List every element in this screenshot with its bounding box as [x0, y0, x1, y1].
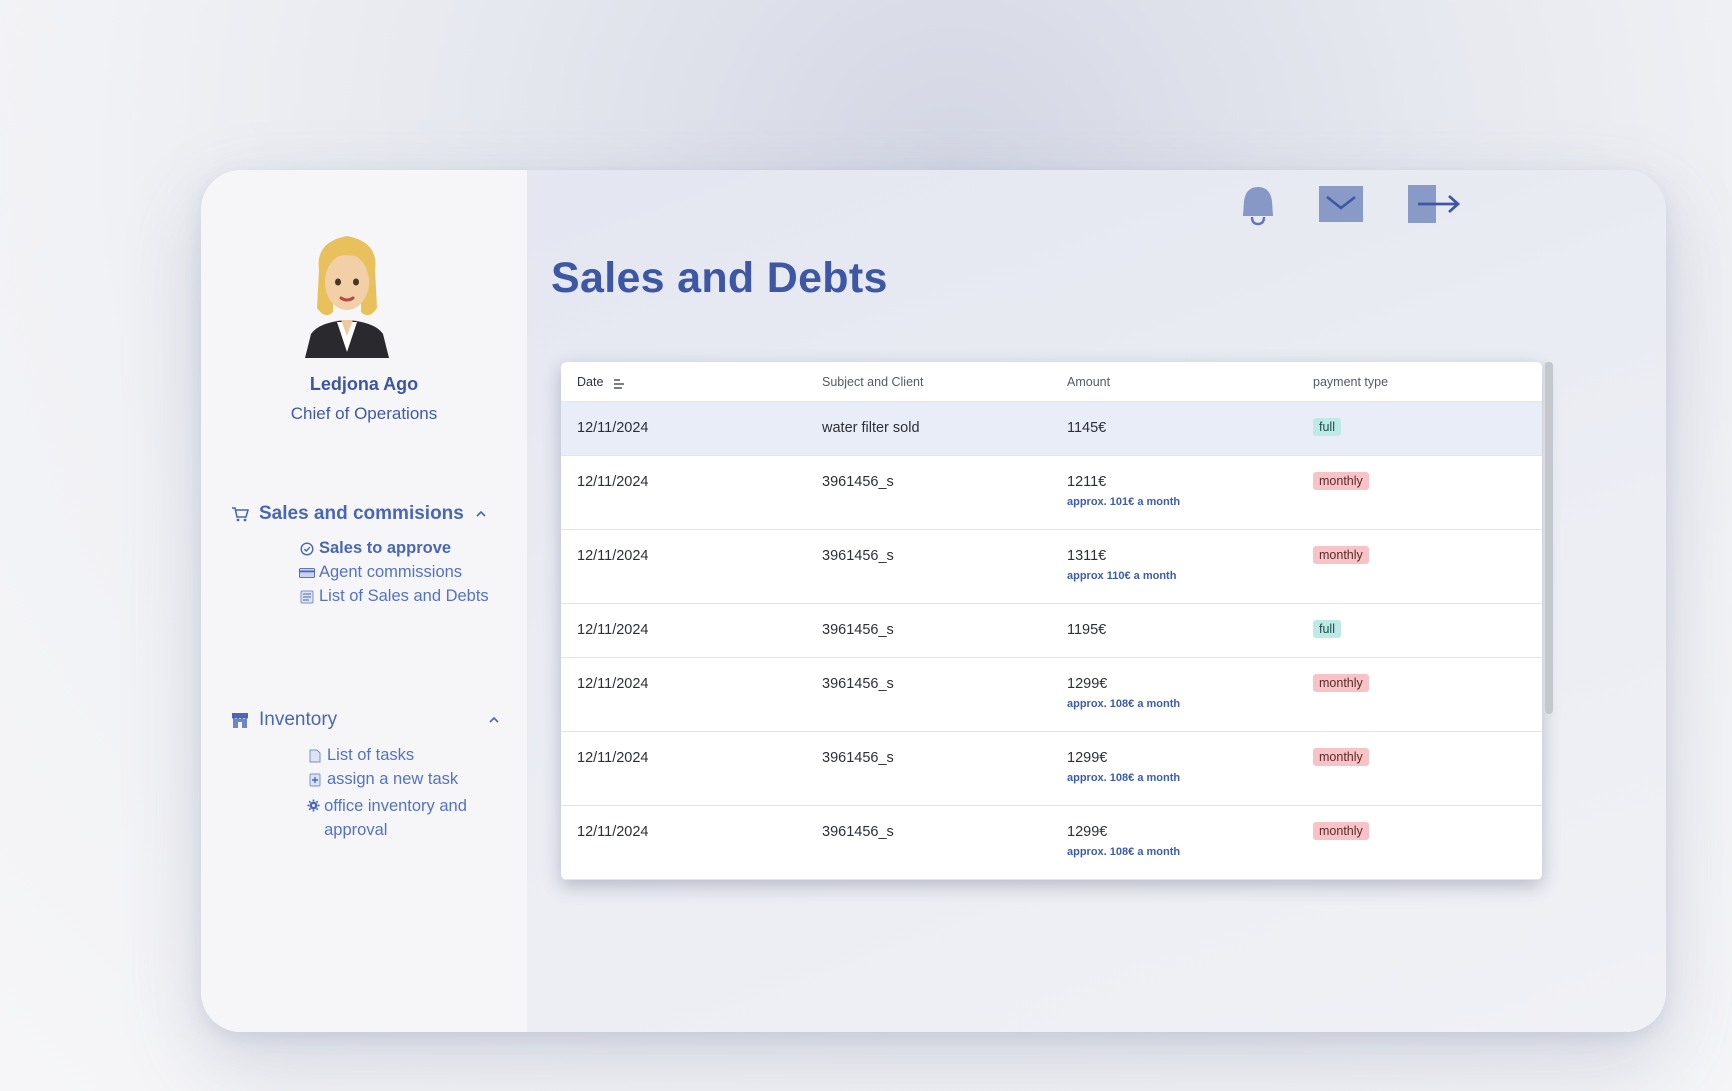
sort-icon[interactable]	[613, 375, 625, 389]
sidebar-item-sales-to-approve[interactable]: Sales to approve	[299, 539, 451, 558]
sidebar-item-label: List of tasks	[327, 746, 415, 764]
table-row[interactable]: 12/11/2024 3961456_s 1299€ approx. 108€ …	[561, 658, 1542, 732]
credit-card-icon	[299, 565, 315, 581]
sidebar-item-list-of-tasks[interactable]: List of tasks	[307, 746, 414, 765]
check-circle-icon	[299, 541, 315, 557]
cell-amount: 1145€	[1067, 420, 1107, 436]
document-icon	[307, 748, 323, 764]
cell-subject: 3961456_s	[822, 676, 894, 692]
cell-date: 12/11/2024	[577, 622, 649, 638]
cell-subject: water filter sold	[822, 420, 920, 436]
sidebar-item-label: assign a new task	[327, 770, 459, 788]
mail-icon[interactable]	[1319, 186, 1363, 226]
chevron-up-icon[interactable]	[487, 713, 501, 727]
sidebar-item-label: List of Sales and Debts	[319, 587, 489, 605]
table-row[interactable]: 12/11/2024 3961456_s 1211€ approx. 101€ …	[561, 456, 1542, 530]
section-label: Sales and commisions	[259, 503, 464, 524]
cell-amount: 1299€	[1067, 676, 1108, 692]
cell-subject: 3961456_s	[822, 824, 894, 840]
status-badge: monthly	[1313, 748, 1369, 766]
sidebar-item-office-inventory-and-approval[interactable]: office inventory and approval	[307, 794, 497, 842]
table-row[interactable]: 12/11/2024 3961456_s 1195€ full	[561, 604, 1542, 658]
cell-subject: 3961456_s	[822, 750, 894, 766]
sidebar-item-agent-commissions[interactable]: Agent commissions	[299, 563, 462, 582]
sidebar-item-list-of-sales-and-debts[interactable]: List of Sales and Debts	[299, 587, 489, 606]
table-row[interactable]: 12/11/2024 3961456_s 1311€ approx 110€ a…	[561, 530, 1542, 604]
cell-installment-note: approx. 101€ a month	[1067, 496, 1181, 508]
cell-amount: 1211€	[1067, 474, 1107, 490]
cell-subject: 3961456_s	[822, 622, 894, 638]
cart-icon	[231, 505, 249, 523]
status-badge: monthly	[1313, 674, 1369, 692]
ledger-icon	[299, 589, 315, 605]
user-name: Ledjona Ago	[309, 374, 419, 394]
page-title: Sales and Debts	[551, 254, 888, 302]
sidebar-item-label: office inventory and approval	[324, 797, 467, 839]
cell-date: 12/11/2024	[577, 824, 649, 840]
app-window: Ledjona Ago Chief of Operations Sales an…	[201, 170, 1666, 1032]
status-badge: monthly	[1313, 546, 1369, 564]
bell-icon[interactable]	[1239, 184, 1277, 230]
cell-amount: 1299€	[1067, 824, 1108, 840]
logout-icon[interactable]	[1408, 185, 1462, 227]
table-row[interactable]: 12/11/2024 3961456_s 1299€ approx. 108€ …	[561, 732, 1542, 806]
cell-date: 12/11/2024	[577, 420, 649, 436]
cell-date: 12/11/2024	[577, 676, 649, 692]
chevron-up-icon[interactable]	[474, 507, 488, 521]
column-header-payment-type[interactable]: payment type	[1313, 375, 1388, 389]
cell-subject: 3961456_s	[822, 548, 894, 564]
cell-installment-note: approx. 108€ a month	[1067, 846, 1181, 858]
status-badge: monthly	[1313, 822, 1369, 840]
section-sales-and-commisions[interactable]: Sales and commisions	[231, 501, 501, 527]
column-header-amount[interactable]: Amount	[1067, 375, 1110, 389]
sales-table: Date Subject and Client Amount payment t…	[561, 362, 1542, 880]
status-badge: full	[1313, 620, 1341, 638]
store-icon	[231, 711, 249, 729]
section-inventory[interactable]: Inventory	[231, 707, 501, 733]
cell-date: 12/11/2024	[577, 474, 649, 490]
column-header-date[interactable]: Date	[577, 375, 603, 389]
scrollbar-thumb[interactable]	[1545, 362, 1553, 714]
cell-installment-note: approx. 108€ a month	[1067, 772, 1181, 784]
plus-document-icon	[307, 772, 323, 788]
status-badge: full	[1313, 418, 1341, 436]
sidebar-item-label: Agent commissions	[319, 563, 463, 581]
sidebar: Ledjona Ago Chief of Operations Sales an…	[201, 170, 527, 1032]
status-badge: monthly	[1313, 472, 1369, 490]
sidebar-item-label: Sales to approve	[319, 539, 452, 557]
sidebar-item-assign-a-new-task[interactable]: assign a new task	[307, 770, 458, 789]
cell-installment-note: approx 110€ a month	[1067, 570, 1177, 582]
avatar[interactable]	[297, 222, 397, 358]
cell-date: 12/11/2024	[577, 548, 649, 564]
user-role: Chief of Operations	[290, 404, 438, 423]
cell-amount: 1299€	[1067, 750, 1108, 766]
section-label: Inventory	[259, 709, 338, 730]
column-header-subject[interactable]: Subject and Client	[822, 375, 923, 389]
cell-amount: 1311€	[1067, 548, 1107, 564]
cell-date: 12/11/2024	[577, 750, 649, 766]
cell-amount: 1195€	[1067, 622, 1107, 638]
gear-icon	[307, 797, 320, 813]
cell-subject: 3961456_s	[822, 474, 894, 490]
table-row[interactable]: 12/11/2024 water filter sold 1145€ full	[561, 402, 1542, 456]
cell-installment-note: approx. 108€ a month	[1067, 698, 1181, 710]
table-row[interactable]: 12/11/2024 3961456_s 1299€ approx. 108€ …	[561, 806, 1542, 880]
table-header: Date Subject and Client Amount payment t…	[561, 362, 1542, 402]
